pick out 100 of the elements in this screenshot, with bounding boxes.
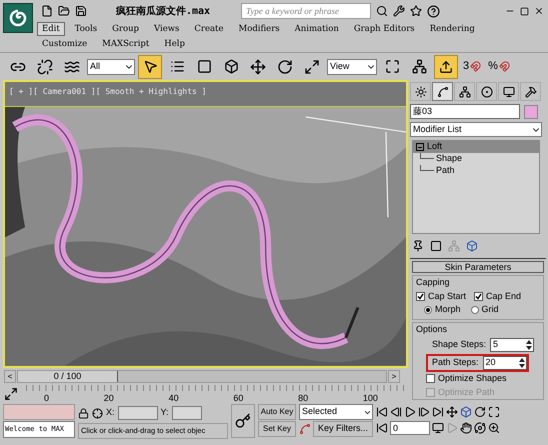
checkbox[interactable] (416, 292, 425, 301)
new-file-icon (41, 5, 53, 17)
go-to-end-icon (432, 406, 444, 418)
hand-icon (460, 422, 472, 434)
angle-snap-button[interactable]: 3 (461, 54, 484, 78)
hierarchy-icon (458, 86, 470, 98)
object-color-swatch[interactable] (524, 104, 538, 118)
reference-coord-dropdown[interactable]: View (327, 58, 377, 74)
list-icon (170, 59, 184, 74)
checkbox[interactable] (474, 292, 484, 301)
menu-item[interactable]: Modifiers (234, 22, 285, 36)
zoom-icon (488, 422, 500, 434)
pan-icon (446, 406, 458, 418)
menu-item[interactable]: Group (107, 22, 144, 36)
curve-icon (299, 423, 311, 435)
menu-item[interactable]: Edit (37, 22, 65, 36)
keyboard-shortcut-tool[interactable] (434, 54, 458, 78)
tick-label: 100 (362, 393, 378, 404)
configure-icon (466, 240, 478, 252)
checkbox-label: Cap End (486, 290, 522, 303)
previous-key-icon (390, 406, 402, 418)
select-tool[interactable] (138, 54, 162, 78)
menu-item[interactable]: Customize (37, 37, 92, 51)
menu-item[interactable]: MAXScript (97, 37, 154, 51)
spinner-field[interactable]: 20 (482, 356, 527, 370)
spinner-label: Path Steps: (432, 356, 479, 370)
display-icon (502, 86, 514, 98)
group-title: Capping (416, 276, 451, 289)
nodes-icon (412, 59, 426, 74)
set-key-big-button[interactable] (231, 404, 255, 438)
next-frame-button[interactable]: > (388, 370, 400, 383)
menu-item[interactable]: Tools (70, 22, 102, 36)
viewport-label: [ + ][ Camera001 ][ Smooth + Highlights ] (9, 87, 206, 96)
stack-item[interactable]: Loft (413, 141, 539, 153)
spinner-arrows-icon[interactable] (518, 358, 525, 368)
menu-item[interactable]: Animation (290, 22, 344, 36)
spiral-icon (9, 9, 27, 27)
key-mode-dropdown[interactable]: Selected (299, 404, 373, 420)
app-logo-button[interactable] (3, 3, 33, 33)
search-field[interactable]: Type a keyword or phrase (241, 3, 371, 19)
previous-frame-button[interactable]: < (4, 370, 16, 383)
tick-label: 0 (44, 393, 50, 404)
viewport[interactable]: [ + ][ Camera001 ][ Smooth + Highlights ] (3, 80, 408, 368)
y-field[interactable] (172, 406, 202, 420)
radio-label: Morph (435, 303, 461, 316)
time-slider-thumb[interactable]: 0 / 100 (18, 371, 118, 382)
rotate-icon (277, 58, 293, 74)
menu-item[interactable]: Create (189, 22, 229, 36)
star-icon (410, 5, 422, 17)
checkbox-label: Optimize Shapes (438, 372, 507, 385)
x-label: X: (106, 406, 115, 420)
tick-label: 80 (298, 393, 308, 404)
checkbox[interactable] (426, 374, 435, 384)
key-icon (235, 413, 251, 429)
panel-tab[interactable] (498, 82, 519, 101)
panel-tab[interactable] (410, 82, 431, 101)
stack-sub-item[interactable]: Path (434, 164, 455, 178)
panel-tab[interactable] (454, 82, 475, 101)
pin-icon (412, 240, 424, 252)
stack-sub-item[interactable]: Shape (434, 152, 462, 166)
collapse-icon[interactable] (416, 143, 424, 151)
menu-item[interactable]: Views (149, 22, 184, 36)
orbit-camera-icon (474, 422, 486, 434)
pointer-icon (142, 59, 158, 74)
maximize-viewport-icon (488, 406, 500, 418)
selection-filter-dropdown[interactable]: All (87, 58, 135, 74)
modifier-list-dropdown[interactable]: Modifier List (410, 122, 542, 137)
track-bar[interactable]: 0 20 40 60 80 100 (26, 385, 406, 404)
move-icon (250, 58, 266, 74)
object-name-field[interactable]: 藤03 (410, 104, 520, 119)
menu-item[interactable]: Rendering (424, 22, 480, 36)
macro-recorder-field[interactable] (3, 404, 75, 420)
frame-field[interactable]: 0 (390, 421, 430, 435)
menu-item[interactable]: Help (159, 37, 190, 51)
radio-button[interactable] (424, 306, 432, 314)
file-title: 疯狂南瓜源文件.max (116, 4, 212, 18)
percent-snap-button[interactable]: % (486, 54, 512, 78)
waves-icon (64, 58, 80, 74)
set-key-button[interactable]: Set Key (258, 421, 296, 437)
auto-key-button[interactable]: Auto Key (258, 404, 296, 420)
spinner-field[interactable]: 5 (490, 338, 534, 352)
wrench-icon (393, 5, 405, 17)
radio-button[interactable] (470, 306, 479, 314)
cube-icon (460, 406, 472, 418)
rollout-header[interactable]: Skin Parameters (412, 261, 544, 273)
create-icon (414, 86, 426, 98)
utilities-icon (524, 86, 536, 98)
spinner-arrows-icon[interactable] (526, 340, 532, 350)
lock-icon (78, 408, 89, 418)
help-icon (427, 4, 440, 18)
scale-icon (304, 58, 320, 74)
panel-tab[interactable] (476, 82, 497, 101)
menu-item[interactable]: Graph Editors (348, 22, 420, 36)
go-to-start-icon (376, 406, 388, 418)
key-filters-button[interactable]: Key Filters... (313, 421, 373, 437)
y-label: Y: (160, 406, 169, 420)
magnet-icon (498, 61, 510, 72)
panel-tab[interactable] (432, 82, 453, 101)
panel-tab[interactable] (520, 82, 541, 101)
x-field[interactable] (118, 406, 158, 420)
